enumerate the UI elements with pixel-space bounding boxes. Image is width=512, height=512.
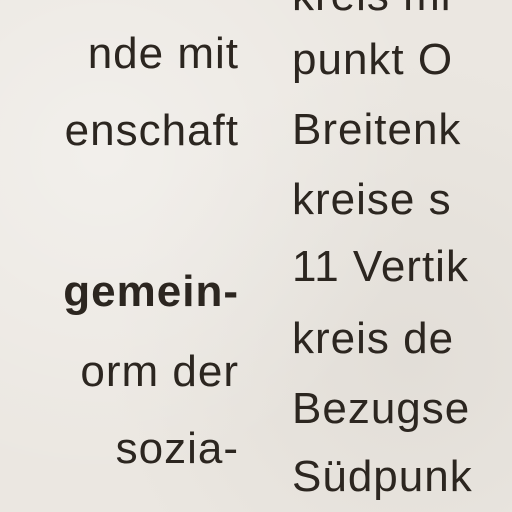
left-text-column: nde mit enschaft gemein- orm der sozia- (0, 0, 245, 512)
left-line-3-heading: gemein- (63, 267, 239, 316)
right-text-column: kreis mi punkt O Breitenk kreise s 11 Ve… (292, 0, 512, 512)
right-line-8: Südpunk (292, 452, 473, 501)
left-line-5: sozia- (115, 424, 239, 473)
right-line-7: Bezugse (292, 384, 471, 433)
right-line-6: kreis de (292, 314, 455, 363)
left-line-1: nde mit (87, 29, 239, 78)
right-line-2: punkt O (292, 35, 454, 84)
right-line-3: Breitenk (292, 105, 462, 154)
left-line-4: orm der (80, 347, 239, 396)
right-line-1: kreis mi (292, 0, 452, 18)
right-line-5: 11 Vertik (292, 242, 469, 291)
left-line-2: enschaft (64, 106, 239, 155)
right-line-4: kreise s (292, 175, 452, 224)
